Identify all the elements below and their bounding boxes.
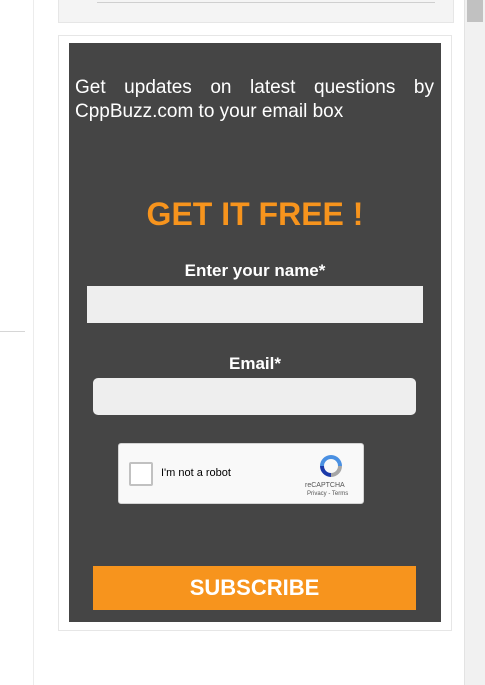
name-label: Enter your name* [184,261,326,280]
captcha-label: I'm not a robot [161,467,231,479]
left-column-divider [33,0,34,685]
previous-card-rule [97,2,435,3]
newsletter-signup-panel: Get updates on latest questions by CppBu… [69,43,441,622]
captcha-privacy-terms[interactable]: Privacy - Terms [307,491,348,497]
captcha-checkbox[interactable] [129,462,153,486]
previous-card [58,0,454,23]
email-input[interactable] [93,378,416,415]
page-scrollbar[interactable] [464,0,485,685]
headline: GET IT FREE ! [146,196,364,232]
email-label: Email* [229,354,281,373]
name-input[interactable] [87,286,423,323]
scrollbar-thumb[interactable] [467,0,483,22]
intro-text: Get updates on latest questions by CppBu… [75,77,434,122]
recaptcha-icon [320,455,342,477]
left-column-rule [0,331,25,332]
captcha-brand: reCAPTCHA [305,482,345,489]
recaptcha-widget: I'm not a robot reCAPTCHA Privacy - Term… [118,443,364,504]
subscribe-button[interactable]: SUBSCRIBE [93,566,416,610]
